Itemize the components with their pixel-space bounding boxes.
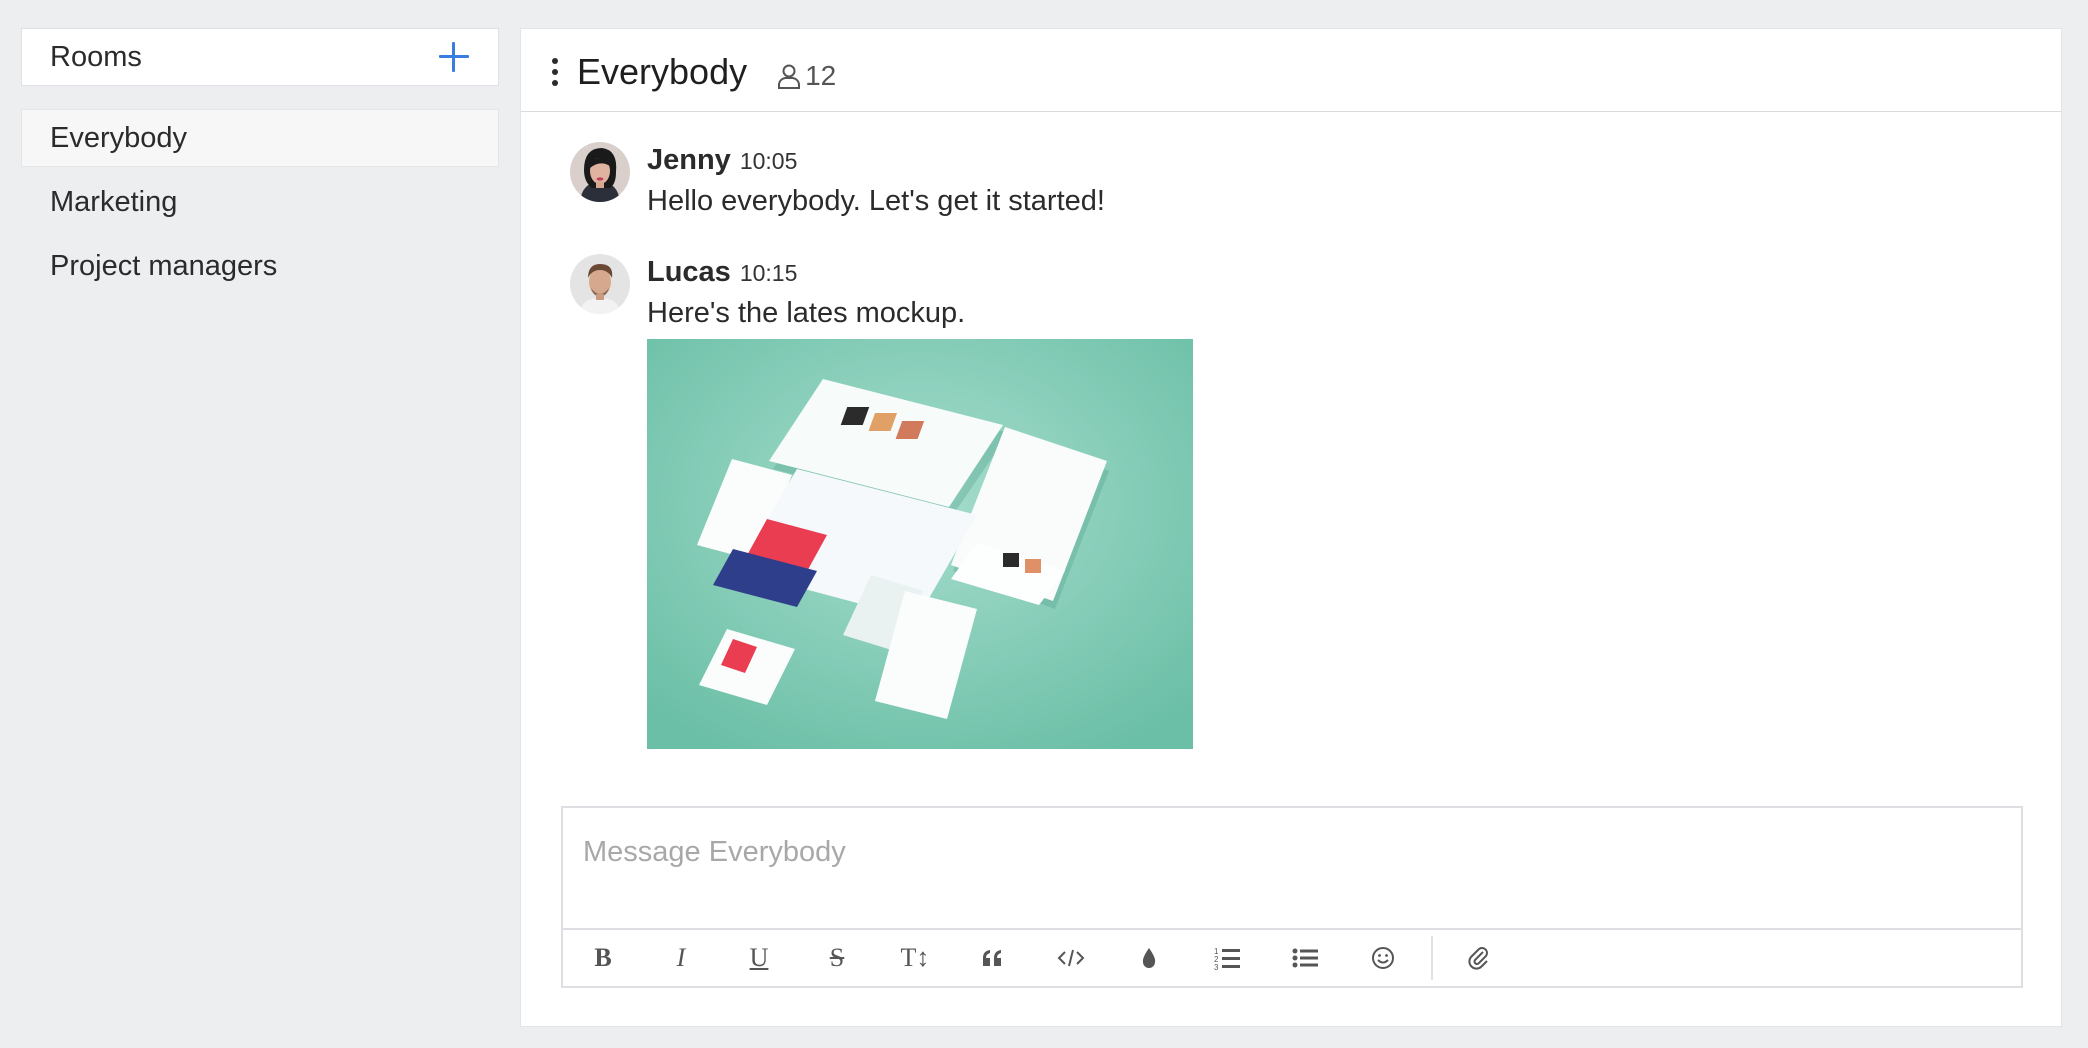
message-text: Here's the lates mockup. [647, 297, 966, 329]
message: Lucas 10:15 Here's the lates mockup. [570, 254, 2061, 749]
add-room-button[interactable] [438, 41, 470, 73]
code-icon[interactable] [1053, 940, 1089, 976]
avatar-lucas[interactable] [570, 254, 630, 314]
message-list: Jenny 10:05 Hello everybody. Let's get i… [521, 112, 2061, 749]
bullet-list-icon[interactable] [1287, 940, 1323, 976]
strikethrough-icon[interactable]: S [819, 940, 855, 976]
mockup-image[interactable] [647, 339, 1193, 749]
rooms-sidebar: Rooms Everybody Marketing Project manage… [21, 28, 499, 301]
underline-icon[interactable]: U [741, 940, 777, 976]
room-item-marketing[interactable]: Marketing [21, 173, 499, 231]
message-author[interactable]: Jenny [647, 144, 731, 177]
text-size-icon[interactable]: T↕ [897, 940, 933, 976]
room-item-everybody[interactable]: Everybody [21, 109, 499, 167]
emoji-icon[interactable] [1365, 940, 1401, 976]
rooms-title: Rooms [50, 40, 142, 73]
message-text: Hello everybody. Let's get it started! [647, 185, 1105, 217]
room-item-project-managers[interactable]: Project managers [21, 237, 499, 295]
chat-panel: Everybody 12 Jenny 10:05 Hello everybody… [520, 28, 2062, 1027]
avatar-jenny[interactable] [570, 142, 630, 202]
room-title: Everybody [577, 51, 748, 92]
bold-icon[interactable]: B [585, 940, 621, 976]
member-count[interactable]: 12 [777, 60, 836, 92]
message-author[interactable]: Lucas [647, 256, 731, 289]
kebab-menu-icon[interactable] [551, 58, 559, 86]
attach-icon[interactable] [1461, 940, 1497, 976]
toolbar-divider [1431, 936, 1433, 980]
room-list: Everybody Marketing Project managers [21, 109, 499, 295]
user-icon [778, 64, 801, 89]
color-drop-icon[interactable] [1131, 940, 1167, 976]
message-input[interactable]: Message Everybody [563, 808, 2021, 930]
room-header: Everybody 12 [521, 29, 2061, 112]
message-composer: Message Everybody B I U S T↕ 123 [561, 806, 2023, 988]
svg-text:3: 3 [1214, 963, 1219, 970]
formatting-toolbar: B I U S T↕ 123 [563, 930, 2021, 986]
message-time: 10:15 [739, 260, 798, 286]
message-time: 10:05 [739, 148, 798, 174]
rooms-header: Rooms [21, 28, 499, 86]
message: Jenny 10:05 Hello everybody. Let's get i… [570, 142, 2061, 218]
ordered-list-icon[interactable]: 123 [1209, 940, 1245, 976]
member-count-value: 12 [805, 60, 837, 91]
italic-icon[interactable]: I [663, 940, 699, 976]
quote-icon[interactable] [975, 940, 1011, 976]
